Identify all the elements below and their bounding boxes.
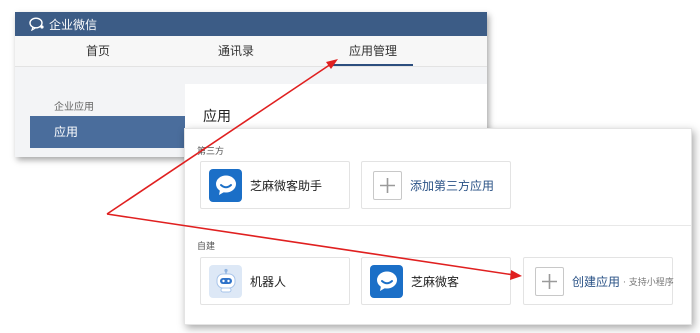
title-bar: 企业微信 — [15, 12, 487, 36]
add-third-party-app-button[interactable]: 添加第三方应用 — [361, 161, 511, 209]
tab-home[interactable]: 首页 — [86, 36, 110, 66]
app-card-zhima-assistant[interactable]: 芝麻微客助手 — [200, 161, 350, 209]
main-nav: 首页 通讯录 应用管理 — [15, 36, 487, 67]
create-app-button[interactable]: 创建应用 · 支持小程序 — [523, 257, 674, 305]
section-label-third-party: 第三方 — [197, 147, 225, 157]
chat-bubble-icon — [370, 264, 403, 298]
page-title: 应用 — [203, 109, 231, 125]
tab-contacts[interactable]: 通讯录 — [218, 36, 254, 66]
app-title: 企业微信 — [49, 17, 98, 32]
section-label-self-built: 自建 — [197, 242, 216, 252]
app-card-label: 机器人 — [250, 274, 287, 289]
sidebar-item-apps[interactable]: 应用 — [30, 116, 185, 148]
sidebar: 企业应用 应用 — [30, 84, 185, 157]
chat-bubble-icon — [209, 168, 242, 202]
plus-icon — [535, 266, 564, 296]
app-card-label: 创建应用 — [572, 274, 621, 289]
plus-icon — [373, 170, 402, 200]
section-divider — [185, 225, 691, 226]
app-grid-panel: 第三方 芝麻微客助手 添加第三方应用 自建 机器人 芝麻微客 创建应用 · 支持… — [184, 128, 692, 325]
tab-app-management[interactable]: 应用管理 — [333, 36, 414, 66]
app-card-label: 芝麻微客助手 — [250, 178, 323, 193]
app-card-label: 芝麻微客 — [411, 274, 460, 289]
app-card-sublabel: · 支持小程序 — [623, 277, 674, 288]
app-card-robot[interactable]: 机器人 — [200, 257, 350, 305]
sidebar-group-label: 企业应用 — [54, 102, 94, 113]
app-card-label: 添加第三方应用 — [410, 178, 495, 193]
app-card-zhima-weike[interactable]: 芝麻微客 — [361, 257, 511, 305]
wecom-logo-icon — [29, 17, 44, 31]
robot-icon — [209, 264, 242, 298]
